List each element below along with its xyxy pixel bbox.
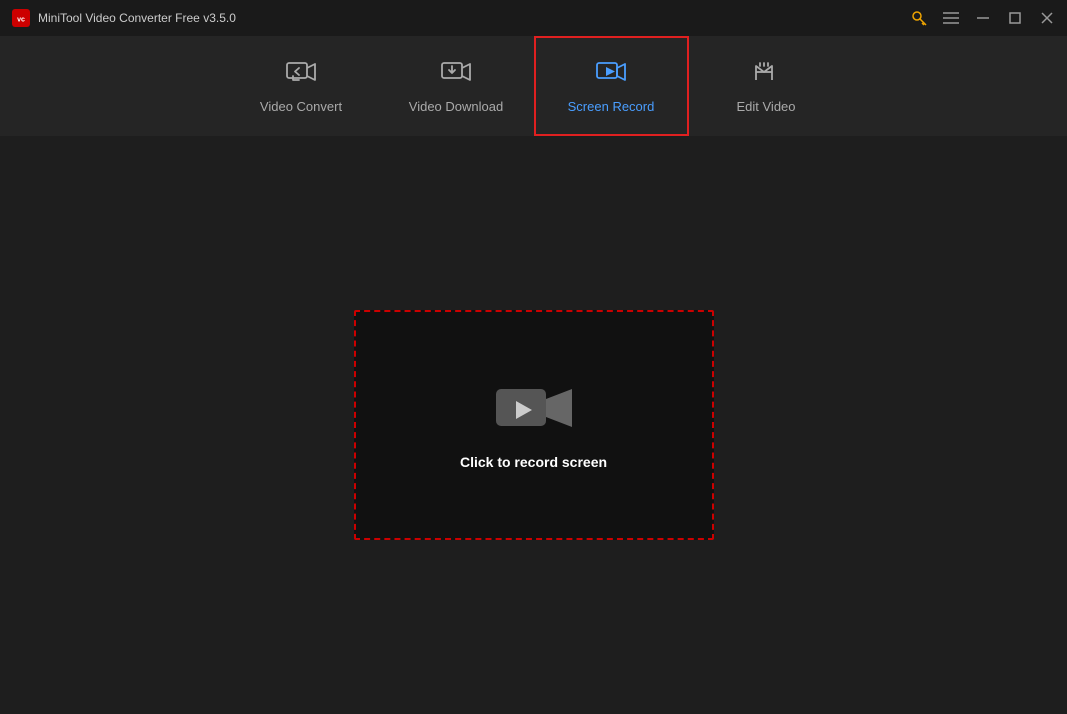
tab-video-download-label: Video Download [409, 99, 503, 114]
close-button[interactable] [1039, 10, 1055, 26]
app-logo: vc [12, 9, 30, 27]
camera-play-icon [494, 381, 574, 436]
key-icon[interactable] [911, 10, 927, 26]
tab-screen-record-label: Screen Record [568, 99, 655, 114]
svg-text:vc: vc [17, 17, 25, 24]
tab-video-convert[interactable]: Video Convert [224, 36, 379, 136]
tab-screen-record[interactable]: Screen Record [534, 36, 689, 136]
main-content: Click to record screen [0, 136, 1067, 714]
nav-bar: Video Convert Video Download Screen Reco… [0, 36, 1067, 136]
title-bar-left: vc MiniTool Video Converter Free v3.5.0 [12, 9, 236, 27]
window-controls [975, 10, 1055, 26]
record-prompt-label: Click to record screen [460, 454, 607, 470]
tab-edit-video-label: Edit Video [736, 99, 795, 114]
screen-record-icon [595, 58, 627, 91]
title-bar: vc MiniTool Video Converter Free v3.5.0 [0, 0, 1067, 36]
camera-icon-wrapper [494, 381, 574, 436]
tab-edit-video[interactable]: Edit Video [689, 36, 844, 136]
title-bar-right [911, 10, 1055, 26]
menu-icon[interactable] [943, 12, 959, 24]
tab-video-download[interactable]: Video Download [379, 36, 534, 136]
record-area[interactable]: Click to record screen [354, 310, 714, 540]
video-download-icon [440, 58, 472, 91]
edit-video-icon [750, 58, 782, 91]
video-convert-icon [285, 58, 317, 91]
minimize-button[interactable] [975, 10, 991, 26]
tab-video-convert-label: Video Convert [260, 99, 342, 114]
maximize-button[interactable] [1007, 10, 1023, 26]
app-title: MiniTool Video Converter Free v3.5.0 [38, 11, 236, 25]
